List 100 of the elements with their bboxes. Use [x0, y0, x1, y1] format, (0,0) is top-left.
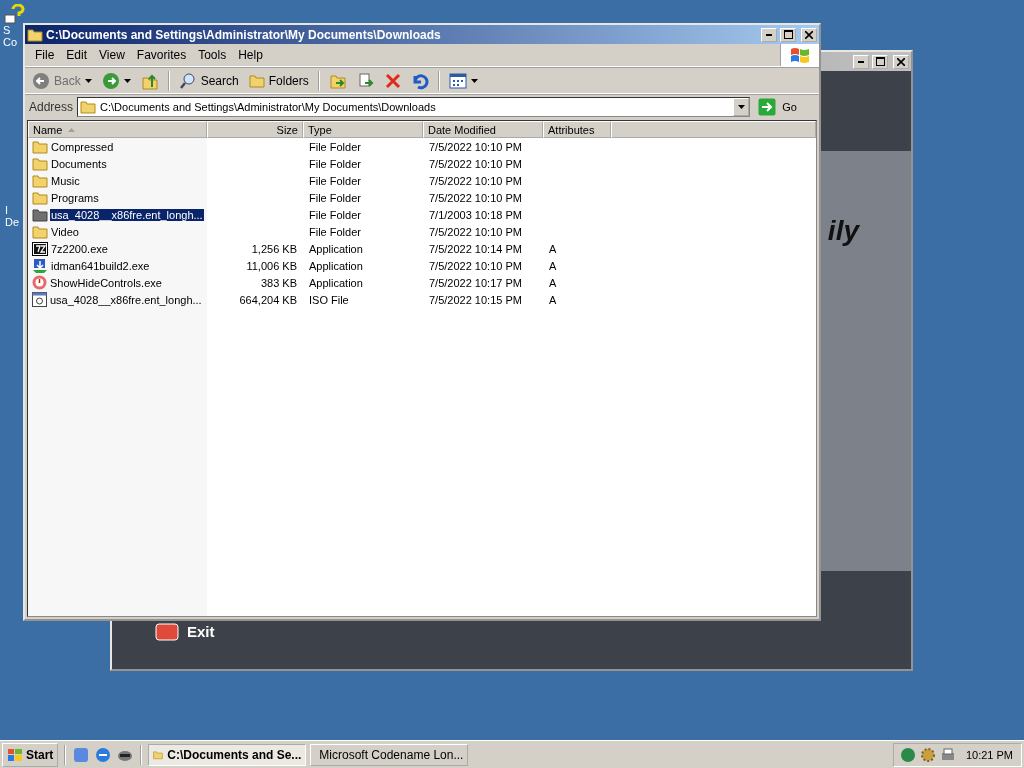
taskbar-button[interactable]: C:\Documents and Se... [148, 743, 307, 766]
headline-text: ily [827, 215, 859, 247]
file-type: File Folder [308, 157, 362, 170]
menu-item[interactable]: Edit [60, 48, 94, 62]
file-name[interactable]: usa_4028__x86fre.ent_longh... [49, 293, 203, 306]
folder-icon [32, 224, 48, 239]
folder-icon [27, 27, 43, 42]
close-icon [805, 30, 813, 39]
file-name[interactable]: Music [50, 174, 81, 187]
folders-button[interactable]: Folders [245, 73, 312, 88]
column-header[interactable]: Size [207, 121, 303, 138]
folder-icon [32, 190, 48, 205]
search-label: Search [200, 73, 239, 88]
window-title: C:\Documents and Settings\Administrator\My Documents\Downloads [46, 27, 442, 42]
desktop-icon-label: S [3, 24, 11, 36]
maximize-button[interactable] [780, 27, 796, 42]
folders-icon [248, 73, 265, 88]
minimize-button[interactable] [853, 54, 869, 69]
desktop-icon-label: I [5, 204, 9, 216]
folder-icon [80, 99, 97, 114]
power-app-icon [32, 275, 47, 290]
file-attributes: A [548, 276, 558, 289]
menu-item[interactable]: File [29, 48, 61, 62]
views-icon [448, 72, 467, 89]
date-modified: 7/5/2022 10:14 PM [428, 242, 523, 255]
column-header[interactable]: Attributes [543, 121, 611, 138]
download-app-icon [32, 257, 48, 274]
caret-icon [470, 78, 478, 83]
file-type: File Folder [308, 174, 362, 187]
search-icon [178, 71, 197, 90]
minimize-button[interactable] [761, 27, 777, 42]
file-type: File Folder [308, 225, 362, 238]
file-type: Application [308, 259, 364, 272]
file-size: 383 KB [259, 276, 298, 289]
go-button[interactable]: Go [754, 97, 815, 116]
archive-app-icon [32, 241, 48, 256]
file-name[interactable]: Documents [50, 157, 108, 170]
close-button[interactable] [893, 54, 909, 69]
menu-item[interactable]: Tools [192, 48, 233, 62]
printer-icon[interactable] [939, 746, 956, 763]
caret-icon [737, 104, 745, 109]
minimize-icon [858, 60, 864, 63]
help-icon[interactable] [3, 4, 27, 24]
start-button[interactable]: Start [2, 742, 59, 767]
file-type: Application [308, 276, 364, 289]
menu-item[interactable]: View [93, 48, 131, 62]
menu-item[interactable]: Help [232, 48, 269, 62]
file-type: File Folder [308, 140, 362, 153]
caret-icon [123, 78, 131, 83]
disc-image-icon [32, 292, 47, 307]
address-field[interactable]: C:\Documents and Settings\Administrator\My Documents\Downloads [77, 96, 751, 117]
clock: 10:21 PM [965, 748, 1013, 761]
folder-icon [32, 156, 48, 171]
column-header[interactable]: Type [303, 121, 423, 138]
copy-to-icon [356, 71, 375, 90]
close-button[interactable] [801, 27, 817, 42]
file-name[interactable]: Compressed [50, 140, 115, 153]
file-type: ISO File [308, 293, 350, 306]
folder-icon [32, 207, 48, 222]
file-size: 664,204 KB [238, 293, 298, 306]
file-attributes: A [548, 293, 558, 306]
date-modified: 7/5/2022 10:15 PM [428, 293, 523, 306]
file-size: 1,256 KB [250, 242, 298, 255]
close-icon [897, 57, 905, 66]
maximize-button[interactable] [872, 54, 888, 69]
file-type: File Folder [308, 208, 362, 221]
menu-item[interactable]: Favorites [130, 48, 193, 62]
taskbar-button[interactable]: Microsoft Codename Lon... [310, 743, 469, 766]
folder-icon [32, 173, 48, 188]
date-modified: 7/5/2022 10:10 PM [428, 191, 523, 204]
gear-icon[interactable] [919, 746, 936, 763]
address-label: Address [29, 99, 74, 114]
date-modified: 7/5/2022 10:10 PM [428, 259, 523, 272]
dropdown-button[interactable] [733, 97, 750, 116]
browser-icon[interactable] [94, 745, 113, 764]
file-name[interactable]: Video [50, 225, 80, 238]
delete-icon [384, 72, 401, 89]
desktop-icon-label: De [5, 216, 20, 228]
date-modified: 7/5/2022 10:10 PM [428, 174, 523, 187]
exit-icon [155, 623, 179, 641]
search-button[interactable]: Search [175, 71, 242, 90]
column-header[interactable]: Name [28, 121, 207, 138]
minimize-icon [766, 33, 772, 36]
file-name[interactable]: idman641build2.exe [50, 259, 151, 272]
desktop-icon-label: Co [3, 36, 18, 48]
folders-label: Folders [268, 73, 309, 88]
date-modified: 7/5/2022 10:10 PM [428, 157, 523, 170]
file-type: Application [308, 242, 364, 255]
file-name[interactable]: Programs [50, 191, 100, 204]
file-attributes: A [548, 242, 558, 255]
column-header[interactable]: Date Modified [423, 121, 543, 138]
caret-icon [84, 78, 92, 83]
back-label: Back [54, 73, 81, 88]
exit-label[interactable]: Exit [187, 623, 215, 640]
date-modified: 7/5/2022 10:10 PM [428, 225, 523, 238]
file-name[interactable]: 7z2200.exe [50, 242, 109, 255]
file-name[interactable]: ShowHideControls.exe [49, 276, 163, 289]
maximize-icon [783, 30, 793, 39]
file-size: 11,006 KB [245, 259, 298, 272]
windows-logo-icon [7, 747, 23, 762]
